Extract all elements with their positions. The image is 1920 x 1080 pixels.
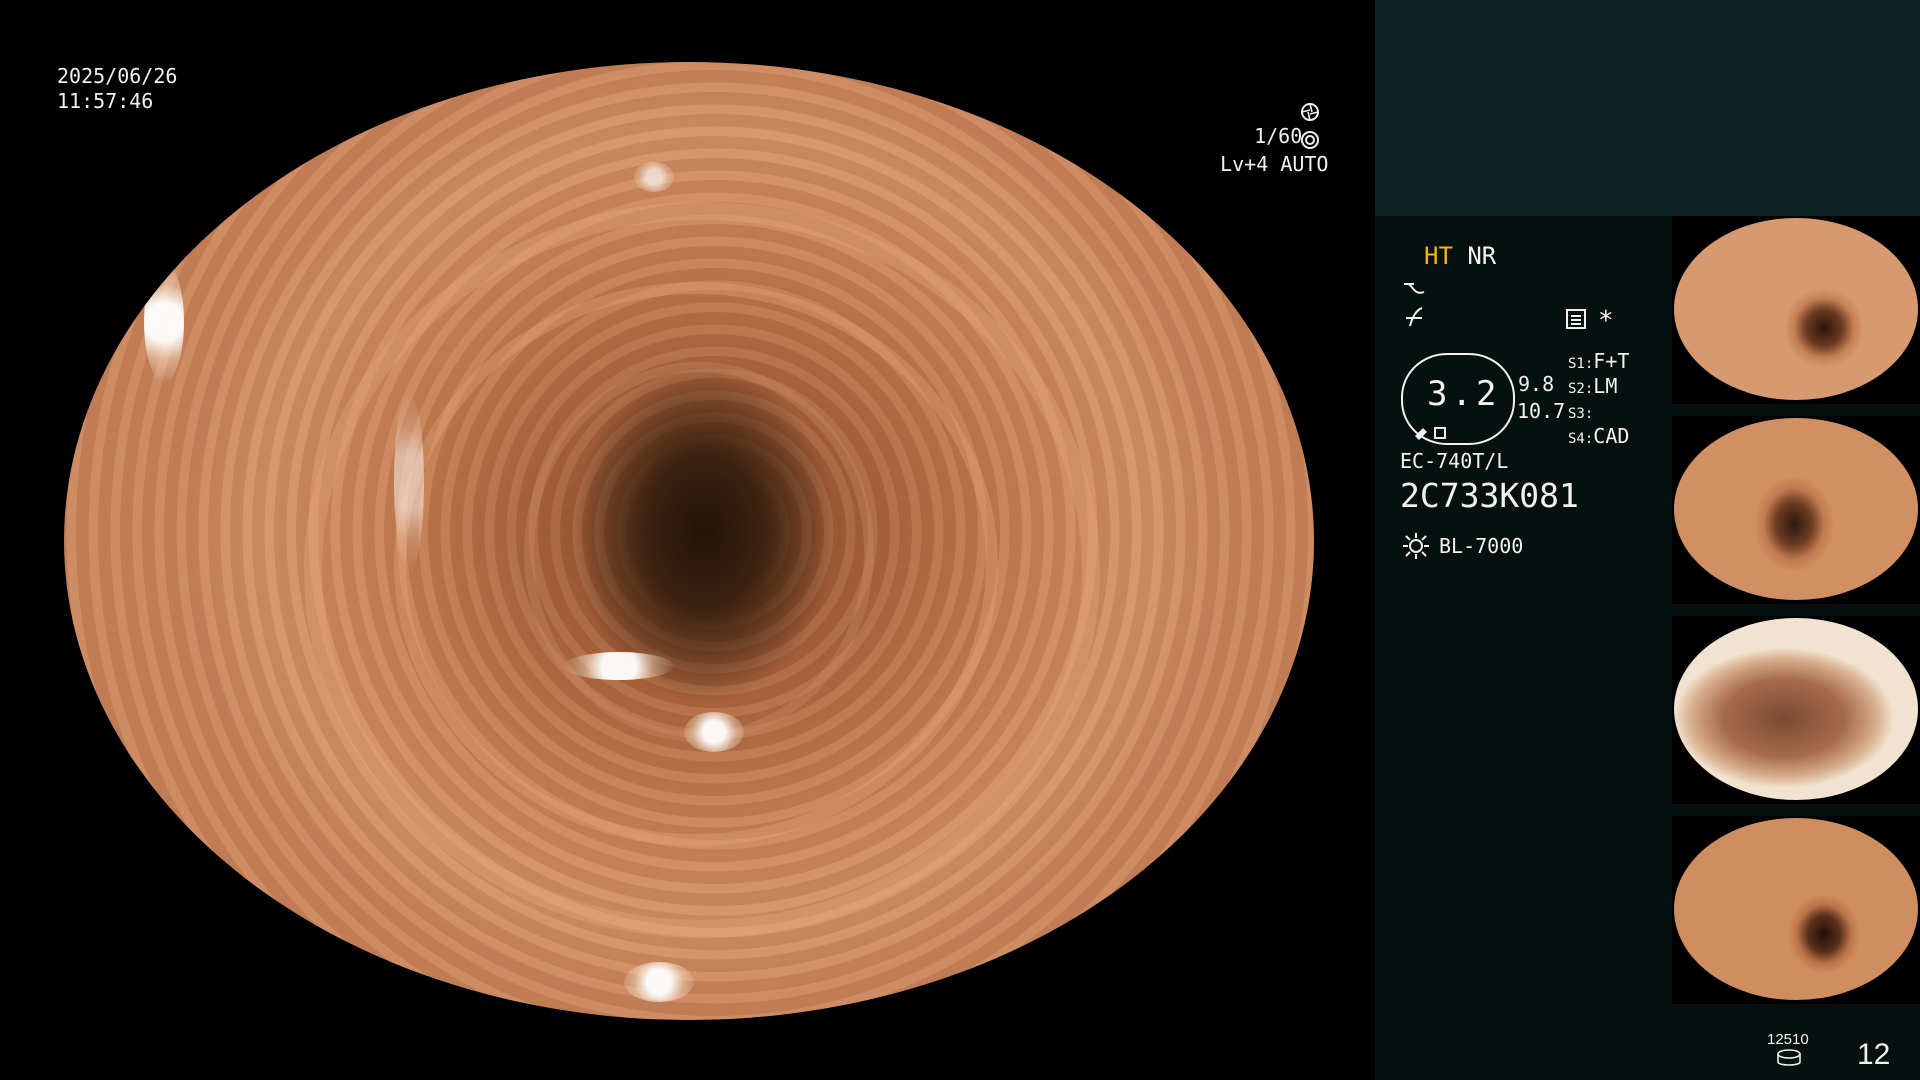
switch-value: F+T: [1593, 349, 1630, 373]
iris-icon: [1301, 131, 1319, 149]
nr-label: NR: [1467, 242, 1497, 270]
storage-count: 12510: [1767, 1031, 1809, 1048]
specular-glare: [144, 262, 184, 382]
switch-key: S2:: [1568, 381, 1594, 397]
level-value: Lv+4: [1220, 152, 1269, 176]
value-b: 10.7: [1517, 399, 1566, 423]
curve-icon: [1404, 283, 1425, 294]
switch-s3: S3:: [1568, 399, 1593, 423]
thumbnail-image: [1674, 418, 1918, 600]
ht-label: HT: [1424, 242, 1453, 270]
thumbnail-image: [1674, 818, 1918, 1000]
pen-icon: [1415, 427, 1446, 440]
thumbnail[interactable]: [1672, 416, 1920, 604]
date-label: 2025/06/26: [57, 64, 178, 88]
specular-glare: [684, 712, 744, 752]
edge-icon: [1406, 307, 1423, 327]
info-panel-header: [1375, 0, 1920, 216]
thumbnail[interactable]: [1672, 616, 1920, 804]
shutter-icon: [1301, 103, 1319, 121]
disk-icon: [1777, 1049, 1801, 1066]
thumbnail[interactable]: [1672, 216, 1920, 404]
thumbnail[interactable]: [1672, 816, 1920, 1004]
specular-glare: [394, 392, 424, 572]
specular-glare: [564, 652, 674, 680]
asterisk-label: *: [1598, 306, 1614, 336]
time-label: 11:57:46: [57, 89, 154, 113]
switch-key: S1:: [1568, 356, 1594, 372]
thumbnail-image: [1674, 218, 1918, 400]
specular-glare: [634, 162, 674, 192]
ht-nr-label: HT NR: [1424, 242, 1496, 270]
thumbnail-image: [1674, 618, 1918, 800]
value-a: 9.8: [1518, 372, 1555, 396]
switch-value: CAD: [1593, 424, 1630, 448]
exposure-mode: AUTO: [1280, 152, 1329, 176]
switch-key: S4:: [1568, 431, 1594, 447]
image-count: 12: [1857, 1038, 1891, 1071]
menu-icon: [1566, 309, 1586, 329]
light-icon: [1403, 533, 1429, 559]
specular-glare: [624, 962, 694, 1002]
light-source: BL-7000: [1439, 534, 1524, 558]
switch-value: LM: [1593, 374, 1618, 398]
enhance-value: 3.2: [1427, 374, 1501, 414]
switch-s2: S2:LM: [1568, 374, 1617, 398]
scope-model: EC-740T/L: [1400, 449, 1509, 473]
scope-serial: 2C733K081: [1400, 476, 1579, 515]
switch-s1: S1:F+T: [1568, 349, 1629, 373]
endoscope-view: [64, 62, 1314, 1020]
switch-s4: S4:CAD: [1568, 424, 1629, 448]
mucosa-fold: [524, 362, 874, 742]
switch-key: S3:: [1568, 406, 1594, 422]
